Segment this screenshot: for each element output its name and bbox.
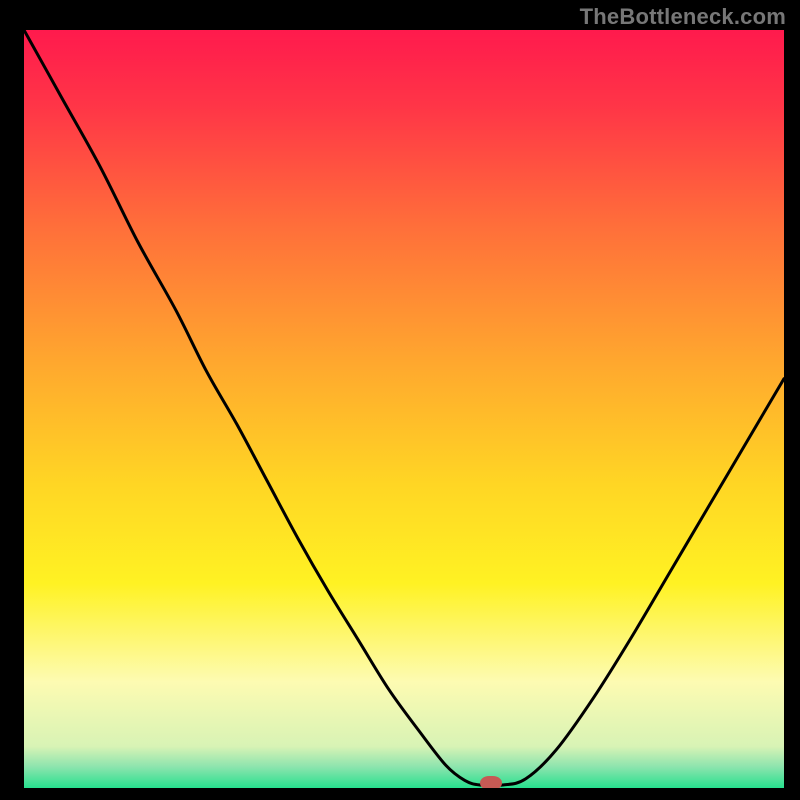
optimal-point-marker (480, 776, 502, 788)
curve-layer (24, 30, 784, 788)
chart-frame: TheBottleneck.com (0, 0, 800, 800)
watermark-text: TheBottleneck.com (580, 4, 786, 30)
bottleneck-curve-path (24, 30, 784, 786)
plot-area (24, 30, 784, 788)
